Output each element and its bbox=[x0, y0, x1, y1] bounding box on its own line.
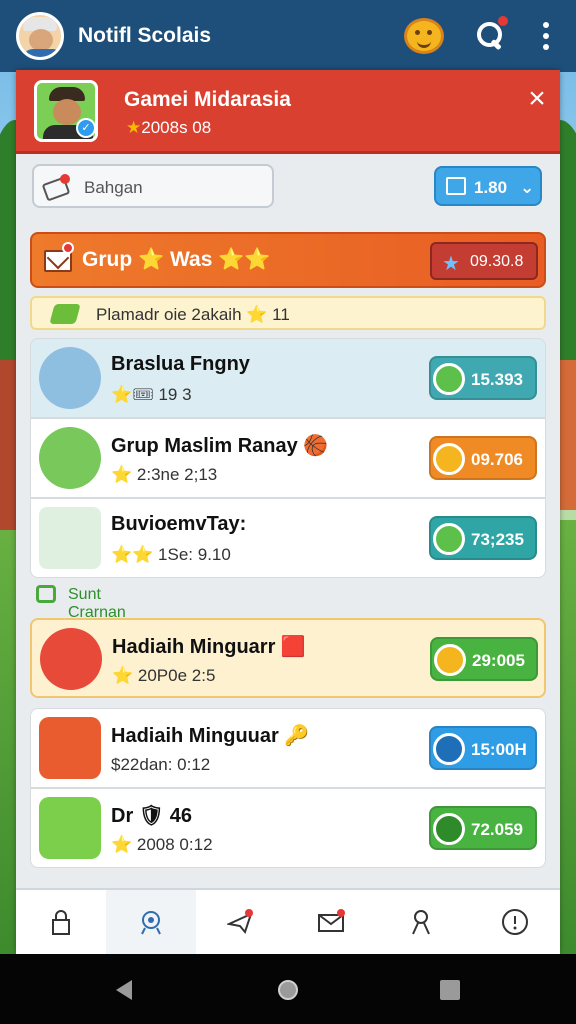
info-circle-icon bbox=[502, 909, 528, 935]
cowboy-avatar-icon bbox=[40, 628, 102, 690]
list-item-name: BuvioemvTay: bbox=[111, 513, 247, 535]
list-item[interactable]: Hadiaih Minguuar 🔑 $22dan: 0:12 15:00H bbox=[30, 708, 546, 788]
header-title: Gamei Midarasia bbox=[124, 88, 291, 111]
group-banner[interactable]: Grup ⭐ Was ⭐⭐ ★ 09.30.8 bbox=[30, 232, 546, 288]
status-icon bbox=[433, 363, 465, 395]
verified-badge-icon: ✓ bbox=[76, 118, 96, 138]
list-item[interactable]: Hadiaih Minguarr 🟥 ⭐ 20P0e 2:5 29:005 bbox=[30, 618, 546, 698]
list-item-value: 15:00H bbox=[471, 740, 527, 759]
list-item-name: Dr 🛡 46 bbox=[111, 805, 192, 827]
header-subtitle: ★2008s 08 bbox=[126, 118, 212, 137]
person-avatar-icon bbox=[39, 347, 101, 409]
status-icon bbox=[433, 733, 465, 765]
lock-icon bbox=[52, 910, 70, 935]
nav-lock[interactable] bbox=[16, 890, 106, 956]
section-icon bbox=[36, 585, 56, 603]
message-icon bbox=[227, 909, 253, 935]
list-item-value-pill[interactable]: 15.393 bbox=[429, 356, 537, 400]
home-icon[interactable] bbox=[278, 980, 298, 1000]
chevron-down-icon: ⌄ bbox=[520, 178, 535, 197]
more-vertical-icon[interactable] bbox=[534, 22, 558, 50]
back-icon[interactable] bbox=[116, 980, 132, 1000]
list-item-meta: ⭐ 2:3ne 2;13 bbox=[111, 465, 218, 484]
filter-icon bbox=[446, 177, 466, 195]
nav-location[interactable] bbox=[106, 890, 196, 956]
list-item-meta: ⭐🎟 19 3 bbox=[111, 385, 192, 404]
list-item-value: 72.059 bbox=[471, 820, 523, 839]
profile-header-card: ✓ Gamei Midarasia ★2008s 08 bbox=[16, 70, 560, 154]
list-item-meta: $22dan: 0:12 bbox=[111, 755, 211, 774]
profile-avatar[interactable] bbox=[16, 12, 64, 60]
list-item-meta: ⭐ 2008 0:12 bbox=[111, 835, 213, 854]
list-item[interactable]: Dr 🛡 46 ⭐ 2008 0:12 72.059 bbox=[30, 788, 546, 868]
status-icon bbox=[433, 523, 465, 555]
list-item-value-pill[interactable]: 29:005 bbox=[430, 637, 538, 681]
mail-badge-dot bbox=[62, 242, 74, 254]
nav-messages[interactable] bbox=[196, 890, 286, 956]
list-item[interactable]: Grup Maslim Ranay 🏀 ⭐ 2:3ne 2;13 09.706 bbox=[30, 418, 546, 498]
list-item-value-pill[interactable]: 09.706 bbox=[429, 436, 537, 480]
mail-icon bbox=[318, 909, 345, 932]
recent-apps-icon[interactable] bbox=[440, 980, 460, 1000]
search-input[interactable]: Bahgan bbox=[32, 164, 274, 208]
trophy-icon bbox=[39, 717, 101, 779]
notification-dot bbox=[498, 16, 508, 26]
list-item-value-pill[interactable]: 73;235 bbox=[429, 516, 537, 560]
subheader-banner: Plamadr oie 2akaih ⭐ 11 bbox=[30, 296, 546, 330]
status-icon bbox=[434, 644, 466, 676]
gift-box-icon bbox=[39, 507, 101, 569]
top-app-bar: Notifl Scolais bbox=[0, 0, 576, 72]
list-item-value: 73;235 bbox=[471, 530, 524, 549]
list-item[interactable]: Braslua Fngny ⭐🎟 19 3 15.393 bbox=[30, 338, 546, 418]
tag-icon bbox=[42, 174, 70, 198]
bottom-navigation bbox=[16, 888, 560, 956]
list-item-meta: ⭐ 20P0e 2:5 bbox=[112, 666, 216, 685]
list-item-value: 09.706 bbox=[471, 450, 523, 469]
status-icon bbox=[433, 443, 465, 475]
flag-icon bbox=[49, 304, 81, 324]
coin-face-icon[interactable] bbox=[404, 18, 444, 54]
app-title: Notifl Scolais bbox=[78, 24, 212, 47]
status-icon bbox=[433, 813, 465, 845]
filter-value: 1.80 bbox=[474, 178, 508, 197]
list-item-name: Hadiaih Minguuar 🔑 bbox=[111, 725, 310, 747]
list-item-value-pill[interactable]: 15:00H bbox=[429, 726, 537, 770]
nav-info[interactable] bbox=[470, 890, 560, 956]
list-item-name: Hadiaih Minguarr 🟥 bbox=[112, 636, 306, 658]
nav-profile[interactable] bbox=[376, 890, 466, 956]
list-item-name: Grup Maslim Ranay 🏀 bbox=[111, 435, 329, 457]
list-item[interactable]: BuvioemvTay: ⭐⭐ 1Se: 9.10 73;235 bbox=[30, 498, 546, 578]
close-icon[interactable]: × bbox=[522, 84, 552, 114]
list-item-name: Braslua Fngny bbox=[111, 353, 250, 375]
pin-person-icon bbox=[412, 910, 430, 935]
nav-mail[interactable] bbox=[286, 890, 376, 956]
group-title: Grup ⭐ Was ⭐⭐ bbox=[82, 248, 271, 271]
group-value: 09.30.8 bbox=[470, 253, 524, 270]
search-placeholder: Bahgan bbox=[84, 178, 143, 197]
subheader-text: Plamadr oie 2akaih ⭐ 11 bbox=[96, 305, 290, 324]
search-icon[interactable] bbox=[477, 22, 505, 50]
location-badge-icon bbox=[141, 911, 161, 935]
list-item-value: 15.393 bbox=[471, 370, 523, 389]
cowboy-avatar-icon bbox=[39, 427, 101, 489]
list-item-value-pill[interactable]: 72.059 bbox=[429, 806, 537, 850]
list-item-value: 29:005 bbox=[472, 651, 525, 670]
group-value-pill[interactable]: ★ 09.30.8 bbox=[430, 242, 538, 280]
filter-dropdown-button[interactable]: 1.80 ⌄ bbox=[434, 166, 542, 206]
star-icon: ★ bbox=[442, 253, 460, 275]
list-item-meta: ⭐⭐ 1Se: 9.10 bbox=[111, 545, 231, 564]
target-icon bbox=[39, 797, 101, 859]
